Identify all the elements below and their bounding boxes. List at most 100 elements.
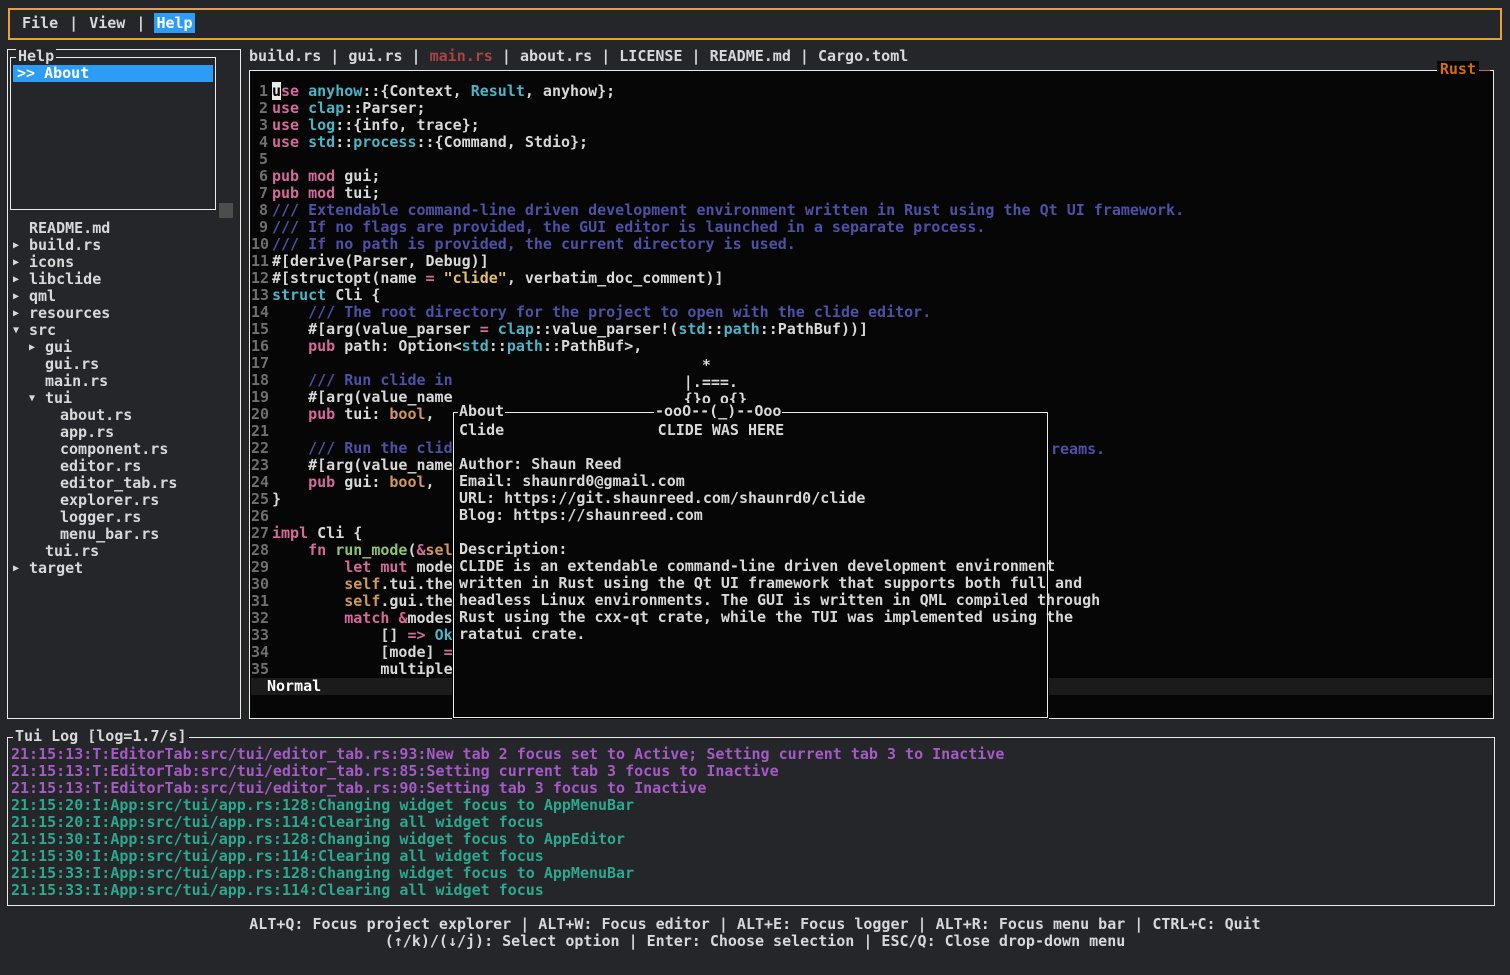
chevron-collapsed-icon: ▶ — [13, 308, 19, 319]
tree-item-label: app.rs — [60, 424, 114, 441]
tab-separator: | — [791, 47, 818, 65]
tree-item-menu-bar-rs[interactable]: menu_bar.rs — [8, 526, 238, 543]
log-line-5: 21:15:20:I:App:src/tui/app.rs:114:Cleari… — [11, 814, 1492, 831]
tree-item-resources[interactable]: ▶resources — [8, 305, 238, 322]
chevron-collapsed-icon: ▶ — [29, 342, 35, 353]
tree-item-label: gui.rs — [45, 356, 99, 373]
tab-about-rs[interactable]: about.rs — [520, 47, 592, 65]
chevron-expanded-icon: ▼ — [29, 393, 35, 404]
chevron-collapsed-icon: ▶ — [13, 257, 19, 268]
line-number: 32 — [251, 610, 268, 627]
tree-item-label: libclide — [29, 271, 101, 288]
menu-item-help[interactable]: Help — [154, 13, 194, 33]
tree-item-target[interactable]: ▶target — [8, 560, 238, 577]
help-dropdown: Help >> About — [10, 57, 216, 210]
line-number: 26 — [251, 508, 268, 525]
tree-item-label: menu_bar.rs — [60, 526, 159, 543]
line-number: 5 — [251, 151, 268, 168]
tree-item-app-rs[interactable]: app.rs — [8, 424, 238, 441]
keybinding-hints-line1: ALT+Q: Focus project explorer | ALT+W: F… — [0, 916, 1510, 933]
line-number: 7 — [251, 185, 268, 202]
editor-mode: Normal — [251, 677, 321, 695]
line-number: 33 — [251, 627, 268, 644]
tab-cargo-toml[interactable]: Cargo.toml — [818, 47, 908, 65]
help-dropdown-title: Help — [16, 48, 56, 65]
menu-items: File | View | Help — [20, 15, 195, 32]
tree-item-explorer-rs[interactable]: explorer.rs — [8, 492, 238, 509]
clide-tui-app: File | View | Help README.md▶build.rs▶ic… — [0, 0, 1510, 975]
tree-item-logger-rs[interactable]: logger.rs — [8, 509, 238, 526]
line-number: 9 — [251, 219, 268, 236]
editor-tab-row: build.rs | gui.rs | main.rs | about.rs |… — [249, 48, 908, 65]
tab-gui-rs[interactable]: gui.rs — [348, 47, 402, 65]
tree-item-label: logger.rs — [60, 509, 141, 526]
tab-build-rs[interactable]: build.rs — [249, 47, 321, 65]
tree-item-label: about.rs — [60, 407, 132, 424]
about-dialog: * |.===. {}o o{} About -ooO--(_)--Ooo Cl… — [452, 355, 1049, 719]
tree-item-label: src — [29, 322, 56, 339]
explorer-scrollbar-thumb[interactable] — [219, 203, 233, 218]
line-number: 3 — [251, 117, 268, 134]
code-line-5: 5 — [251, 151, 1492, 168]
tree-item-src[interactable]: ▼ src — [8, 322, 238, 339]
tree-item-editor-tab-rs[interactable]: editor_tab.rs — [8, 475, 238, 492]
tab-readme-md[interactable]: README.md — [710, 47, 791, 65]
tree-item-label: qml — [29, 288, 56, 305]
tab-separator: | — [493, 47, 520, 65]
tree-item-component-rs[interactable]: component.rs — [8, 441, 238, 458]
file-tree: README.md▶build.rs▶icons▶libclide▶qml▶re… — [8, 220, 238, 718]
line-number: 27 — [251, 525, 268, 542]
log-line-6: 21:15:30:I:App:src/tui/app.rs:128:Changi… — [11, 831, 1492, 848]
line-number: 28 — [251, 542, 268, 559]
code-line-7: 7pub mod tui; — [251, 185, 1492, 202]
tree-item-tui[interactable]: ▼ tui — [8, 390, 238, 407]
line-number: 24 — [251, 474, 268, 491]
ascii-art-mascot: * |.===. {}o o{} — [458, 357, 747, 408]
tree-item-label: gui — [45, 339, 72, 356]
line-number: 18 — [251, 372, 268, 389]
help-option-about[interactable]: >> About — [13, 65, 213, 82]
log-line-3: 21:15:13:T:EditorTab:src/tui/editor_tab.… — [11, 780, 1492, 797]
line-number: 15 — [251, 321, 268, 338]
tree-item-build-rs[interactable]: ▶build.rs — [8, 237, 238, 254]
tree-item-label: target — [29, 560, 83, 577]
tab-separator: | — [403, 47, 430, 65]
line-number: 19 — [251, 389, 268, 406]
code-line-16: 16 pub path: Option<std::path::PathBuf>, — [251, 338, 1492, 355]
line-number: 34 — [251, 644, 268, 661]
line-number: 6 — [251, 168, 268, 185]
tree-item-label: editor.rs — [60, 458, 141, 475]
line-number: 2 — [251, 100, 268, 117]
menu-item-file[interactable]: File — [20, 13, 60, 33]
line-number: 16 — [251, 338, 268, 355]
tui-log-panel: Tui Log [log=1.7/s] 21:15:13:T:EditorTab… — [7, 737, 1495, 906]
chevron-collapsed-icon: ▶ — [13, 274, 19, 285]
chevron-expanded-icon: ▼ — [13, 325, 19, 336]
tab-license[interactable]: LICENSE — [619, 47, 682, 65]
tree-item-label: tui — [45, 390, 72, 407]
menu-item-view[interactable]: View — [87, 13, 127, 33]
tree-item-readme-md[interactable]: README.md — [8, 220, 238, 237]
tree-item-qml[interactable]: ▶qml — [8, 288, 238, 305]
code-line-11: 11#[derive(Parser, Debug)] — [251, 253, 1492, 270]
code-line-15: 15 #[arg(value_parser = clap::value_pars… — [251, 321, 1492, 338]
code-line-4: 4use std::process::{Command, Stdio}; — [251, 134, 1492, 151]
line-number: 25 — [251, 491, 268, 508]
tree-item-tui-rs[interactable]: tui.rs — [8, 543, 238, 560]
code-line-8: 8/// Extendable command-line driven deve… — [251, 202, 1492, 219]
line-number: 29 — [251, 559, 268, 576]
tree-item-gui[interactable]: ▶ gui — [8, 339, 238, 356]
tab-main-rs[interactable]: main.rs — [430, 47, 493, 65]
tree-item-main-rs[interactable]: main.rs — [8, 373, 238, 390]
tree-item-icons[interactable]: ▶icons — [8, 254, 238, 271]
tree-item-editor-rs[interactable]: editor.rs — [8, 458, 238, 475]
code-line-12: 12#[structopt(name = "clide", verbatim_d… — [251, 270, 1492, 287]
code-line-14: 14 /// The root directory for the projec… — [251, 304, 1492, 321]
tree-item-label: component.rs — [60, 441, 168, 458]
tree-item-about-rs[interactable]: about.rs — [8, 407, 238, 424]
tree-item-gui-rs[interactable]: gui.rs — [8, 356, 238, 373]
line-number: 4 — [251, 134, 268, 151]
about-dialog-box: About -ooO--(_)--Ooo Clide CLIDE WAS HER… — [453, 412, 1048, 718]
code-line-1: 1use anyhow::{Context, Result, anyhow}; — [251, 83, 1492, 100]
tree-item-libclide[interactable]: ▶ libclide — [8, 271, 238, 288]
